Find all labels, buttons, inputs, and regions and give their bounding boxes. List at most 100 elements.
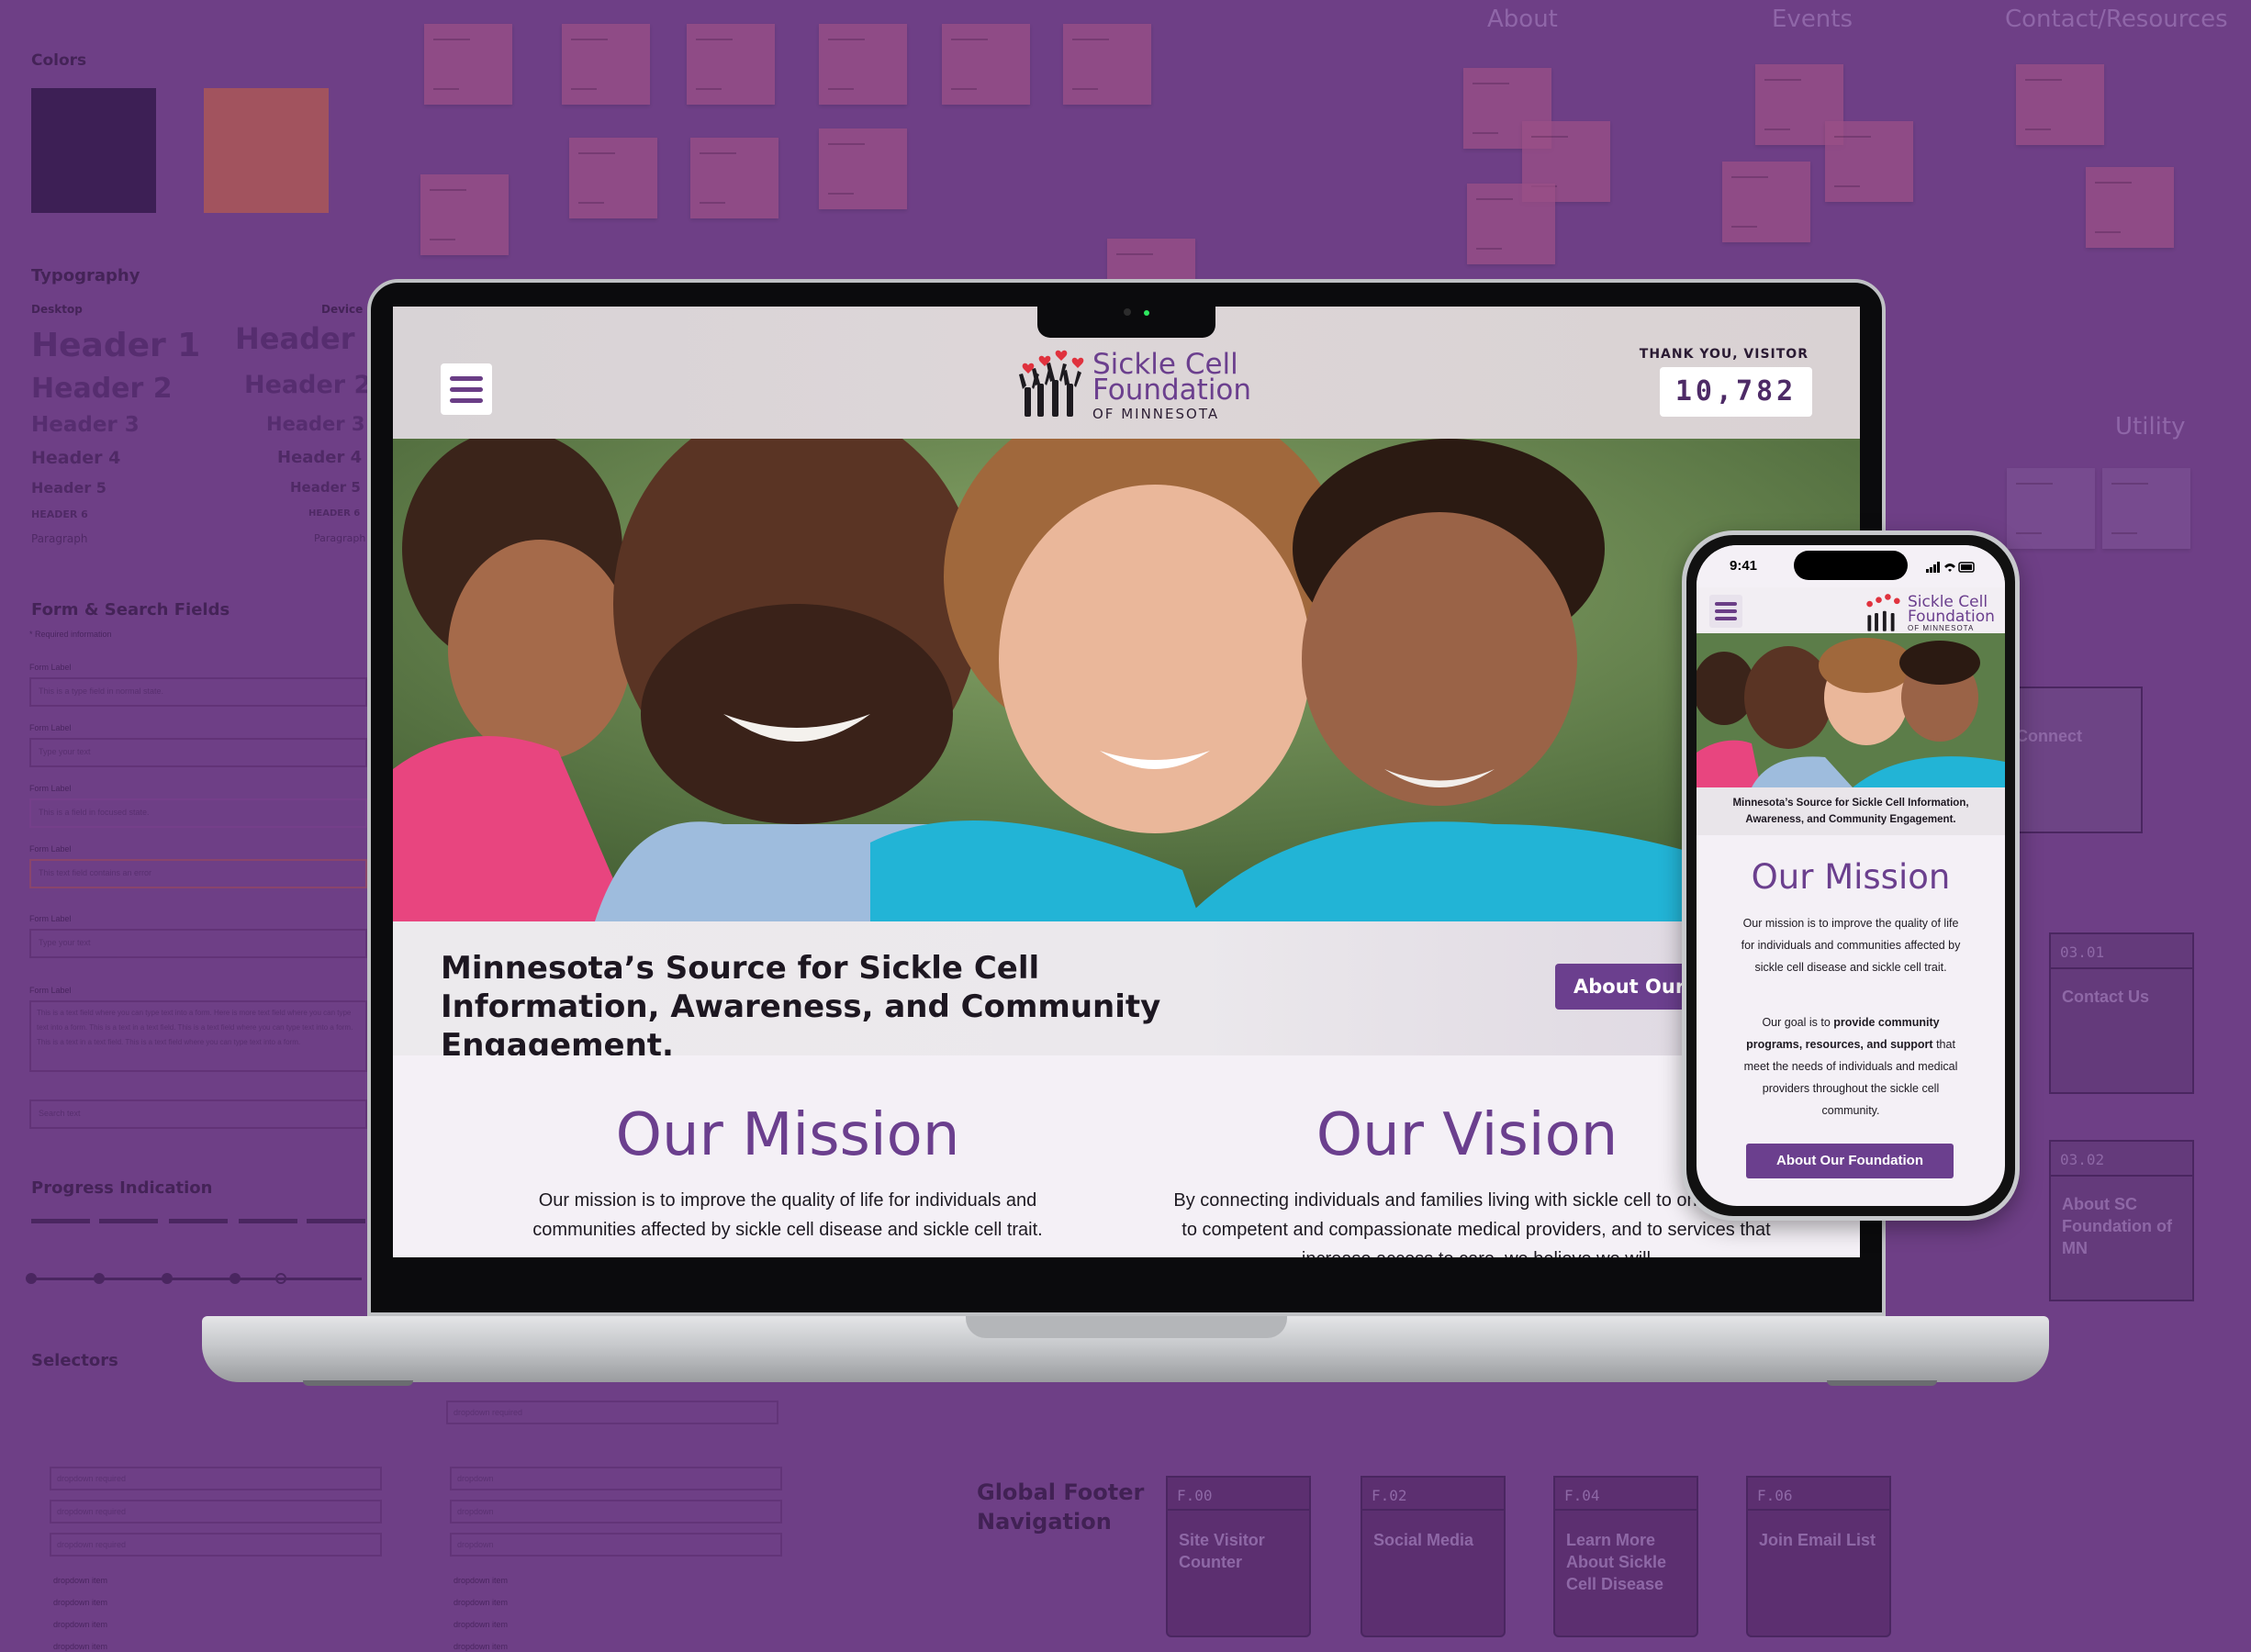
- hamburger-menu-icon[interactable]: [441, 363, 492, 415]
- sitemap-sticky: [562, 24, 650, 105]
- type-header-5: Header 5: [31, 479, 106, 497]
- sitemap-utility: Utility: [2115, 413, 2186, 441]
- laptop-opening-notch: [966, 1316, 1287, 1338]
- progress-track: [31, 1278, 362, 1280]
- colors-heading: Colors: [31, 51, 87, 70]
- mission-heading: Our Mission: [1751, 857, 1951, 897]
- status-time: 9:41: [1730, 558, 1758, 574]
- footer-card-social-media: F.02 Social Media: [1361, 1476, 1506, 1637]
- progress-dot: [162, 1273, 173, 1284]
- color-swatch-primary: [31, 88, 156, 213]
- sitemap-sticky: [819, 24, 907, 105]
- camera-led: [1144, 310, 1149, 316]
- required-note: * Required information: [29, 630, 112, 639]
- type-header-1: Header 1: [31, 327, 201, 364]
- type-header-4: Header 4: [31, 448, 121, 468]
- hero-family-photo: [1697, 633, 2005, 787]
- type-header-3: Header 3: [31, 413, 140, 437]
- form-label-5: Form Label: [29, 914, 72, 923]
- mission-text: Our mission is to improve the quality of…: [532, 1190, 1043, 1240]
- selectors-heading: Selectors: [31, 1351, 118, 1370]
- progress-step-bar: [307, 1219, 365, 1223]
- sample-error-field: This text field contains an error: [29, 859, 367, 888]
- sitemap-about-card: 03.02 About SC Foundation of MN: [2049, 1140, 2194, 1301]
- site-logo[interactable]: Sickle Cell Foundation OF MINNESOTA: [1017, 347, 1256, 422]
- sample-search-field: Search text: [29, 1099, 367, 1129]
- form-label-6: Form Label: [29, 986, 72, 995]
- sample-text-field-5: Type your text: [29, 929, 367, 958]
- desktop-website: Sickle Cell Foundation OF MINNESOTA THAN…: [393, 307, 1860, 1257]
- sitemap-sticky: [1722, 162, 1810, 242]
- sitemap-sticky: [819, 128, 907, 209]
- type-header-2: Header 2: [31, 373, 173, 405]
- mission-vision-section: Our Mission Our mission is to improve th…: [393, 1055, 1860, 1257]
- sitemap-connect-card: Connect: [2005, 686, 2143, 833]
- laptop-foot: [303, 1380, 413, 1386]
- sitemap-sticky: [2016, 64, 2104, 145]
- dynamic-island: [1794, 551, 1908, 580]
- hamburger-menu-icon[interactable]: [1709, 595, 1742, 628]
- logo-hands-icon: [1019, 350, 1084, 417]
- hero-tagline: Minnesota’s Source for Sickle Cell Infor…: [1732, 798, 1969, 825]
- sample-dropdown: dropdown required: [446, 1401, 778, 1424]
- footer-card-learn-more: F.04 Learn More About Sickle Cell Diseas…: [1553, 1476, 1698, 1637]
- progress-heading: Progress Indication: [31, 1178, 213, 1198]
- sample-dropdown: dropdown: [450, 1500, 782, 1524]
- signal-wifi-battery-icon: [1926, 562, 1975, 573]
- status-icons: [1926, 562, 1976, 575]
- family-photo-illustration: [1697, 633, 2005, 787]
- hero-tagline: Minnesota’s Source for Sickle Cell Infor…: [441, 950, 1161, 1064]
- progress-step-bar: [239, 1219, 297, 1223]
- progress-dot: [26, 1273, 37, 1284]
- family-photo-illustration: [393, 439, 1860, 921]
- camera-icon: [1124, 308, 1131, 316]
- sitemap-contact-card: 03.01 Contact Us: [2049, 932, 2194, 1094]
- laptop-foot: [1827, 1380, 1937, 1386]
- type-device-header-4: Header 4: [277, 448, 363, 467]
- desktop-label: Desktop: [31, 303, 83, 316]
- footer-nav-heading: Global Footer Navigation: [977, 1479, 1145, 1535]
- logo-hands-icon: [1866, 594, 1900, 631]
- form-label-4: Form Label: [29, 844, 72, 854]
- type-header-6: HEADER 6: [31, 508, 88, 520]
- progress-dot-empty: [275, 1273, 286, 1284]
- about-foundation-button[interactable]: About Our Foundation: [1746, 1144, 1954, 1178]
- sitemap-column-contact: Contact/Resources: [2005, 6, 2228, 33]
- type-device-header-6: HEADER 6: [308, 508, 361, 519]
- sitemap-sticky: [1825, 121, 1913, 202]
- sample-dropdown: dropdown required: [50, 1500, 382, 1524]
- mobile-website: 9:41 Sickle Cell Foundation OF MINNESOTA…: [1697, 545, 2005, 1206]
- mission-text: Our mission is to improve the quality of…: [1741, 917, 1961, 974]
- sitemap-column-about: About: [1487, 6, 1558, 33]
- logo-line-2: Foundation: [1092, 374, 1252, 407]
- type-device-header-3: Header 3: [266, 413, 365, 435]
- color-swatch-secondary: [204, 88, 329, 213]
- sample-dropdown: dropdown required: [50, 1467, 382, 1490]
- type-paragraph: Paragraph: [31, 532, 88, 545]
- sitemap-sticky: [424, 24, 512, 105]
- logo-line-2: Foundation: [1908, 608, 1995, 626]
- sample-dropdown: dropdown required: [50, 1533, 382, 1557]
- sample-dropdown: dropdown: [450, 1533, 782, 1557]
- sitemap-sticky: [2007, 468, 2095, 549]
- sitemap-sticky: [420, 174, 509, 255]
- form-label-3: Form Label: [29, 784, 72, 793]
- device-label: Device: [321, 303, 364, 316]
- form-label-1: Form Label: [29, 663, 72, 672]
- type-device-header-5: Header 5: [290, 479, 361, 496]
- footer-card-visitor-counter: F.00 Site Visitor Counter: [1166, 1476, 1311, 1637]
- progress-step-bar: [31, 1219, 90, 1223]
- type-device-header-2: Header 2: [244, 371, 372, 399]
- sitemap-sticky: [2102, 468, 2190, 549]
- progress-dot: [94, 1273, 105, 1284]
- sitemap-sticky: [942, 24, 1030, 105]
- form-label-2: Form Label: [29, 723, 72, 732]
- progress-step-bar: [99, 1219, 158, 1223]
- sample-textarea: This is a text field where you can type …: [29, 1000, 367, 1072]
- site-logo[interactable]: Sickle Cell Foundation OF MINNESOTA: [1864, 593, 1995, 633]
- sitemap-sticky: [2086, 167, 2174, 248]
- mission-heading: Our Mission: [615, 1101, 960, 1169]
- goal-text: Our goal is to provide community program…: [1743, 1016, 1958, 1117]
- sample-text-field-2: Type your text: [29, 738, 367, 767]
- sitemap-sticky: [690, 138, 778, 218]
